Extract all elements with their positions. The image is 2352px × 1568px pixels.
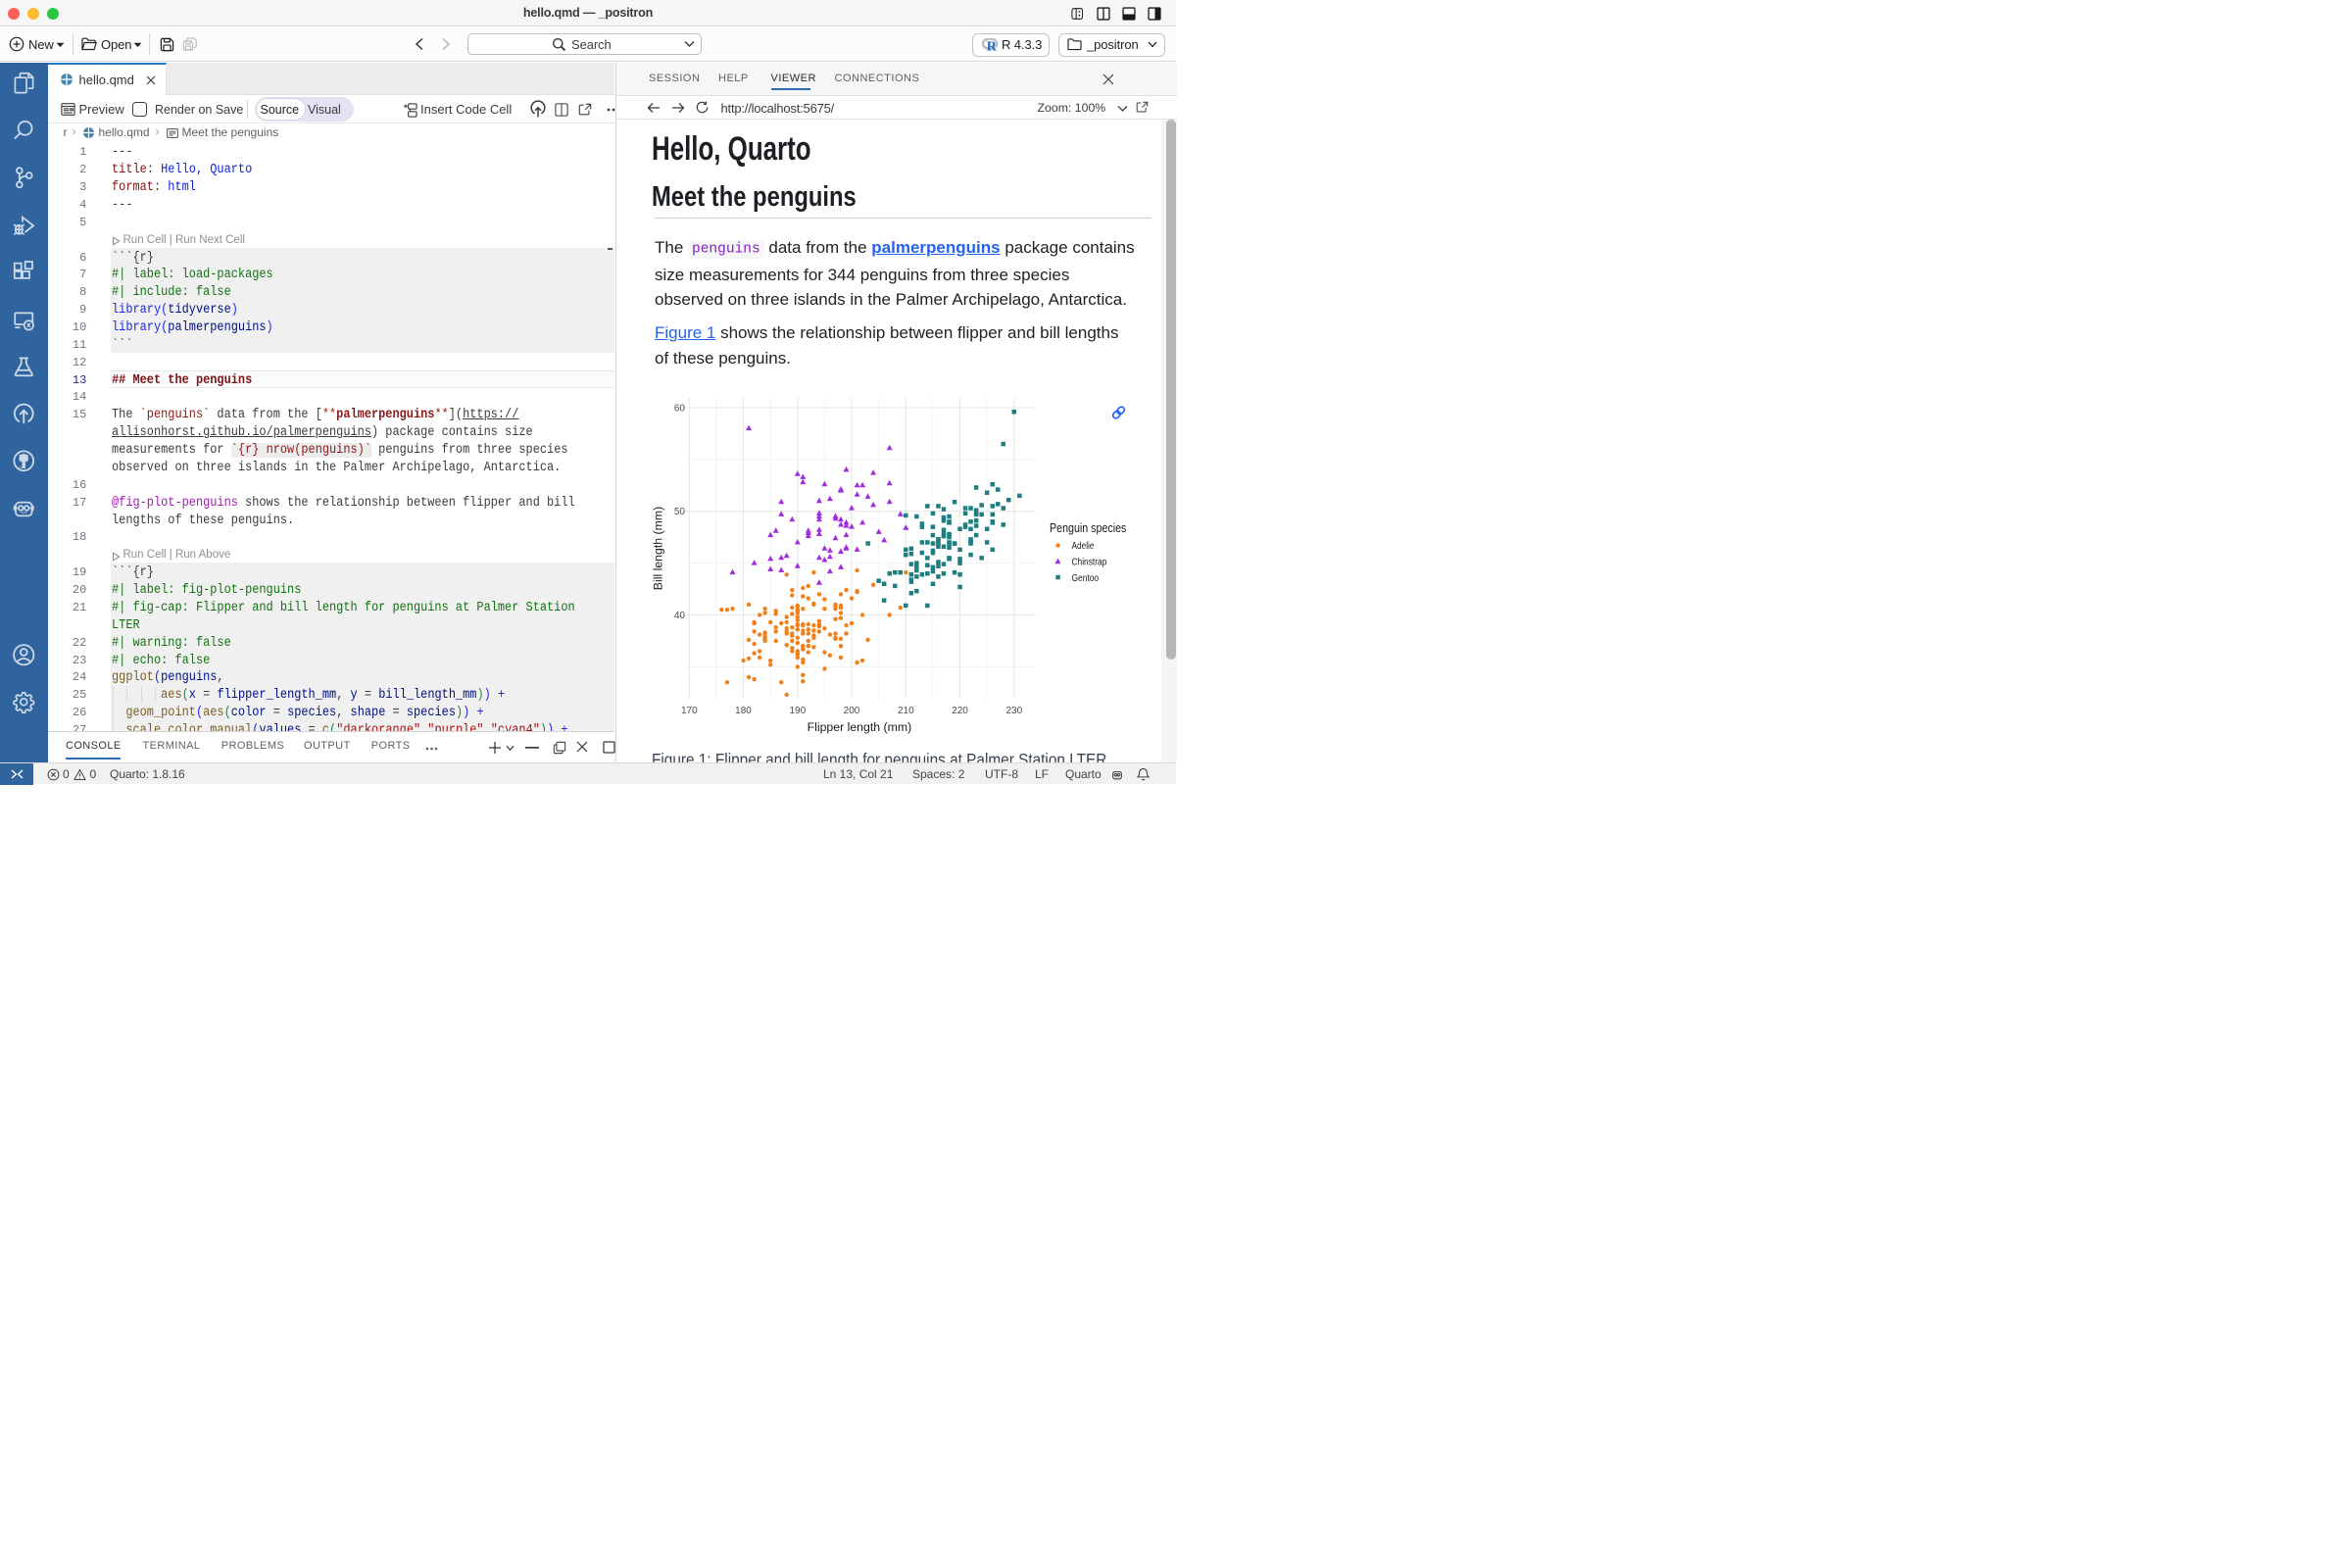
svg-text:40: 40 [673, 611, 685, 621]
svg-text:Adelie: Adelie [1071, 541, 1094, 552]
svg-text:170: 170 [680, 706, 697, 716]
svg-text:Bill length (mm): Bill length (mm) [651, 507, 664, 590]
svg-text:180: 180 [735, 706, 752, 716]
svg-text:190: 190 [789, 706, 806, 716]
svg-text:Chinstrap: Chinstrap [1071, 557, 1106, 567]
svg-text:220: 220 [952, 706, 968, 716]
svg-text:Flipper length (mm): Flipper length (mm) [807, 720, 911, 734]
svg-text:210: 210 [897, 706, 913, 716]
svg-text:Penguin species: Penguin species [1050, 521, 1126, 535]
svg-text:230: 230 [1005, 706, 1022, 716]
svg-text:200: 200 [843, 706, 859, 716]
svg-text:60: 60 [673, 404, 685, 415]
svg-text:50: 50 [673, 507, 685, 517]
svg-text:R: R [987, 40, 998, 51]
svg-text:Gentoo: Gentoo [1071, 573, 1099, 584]
